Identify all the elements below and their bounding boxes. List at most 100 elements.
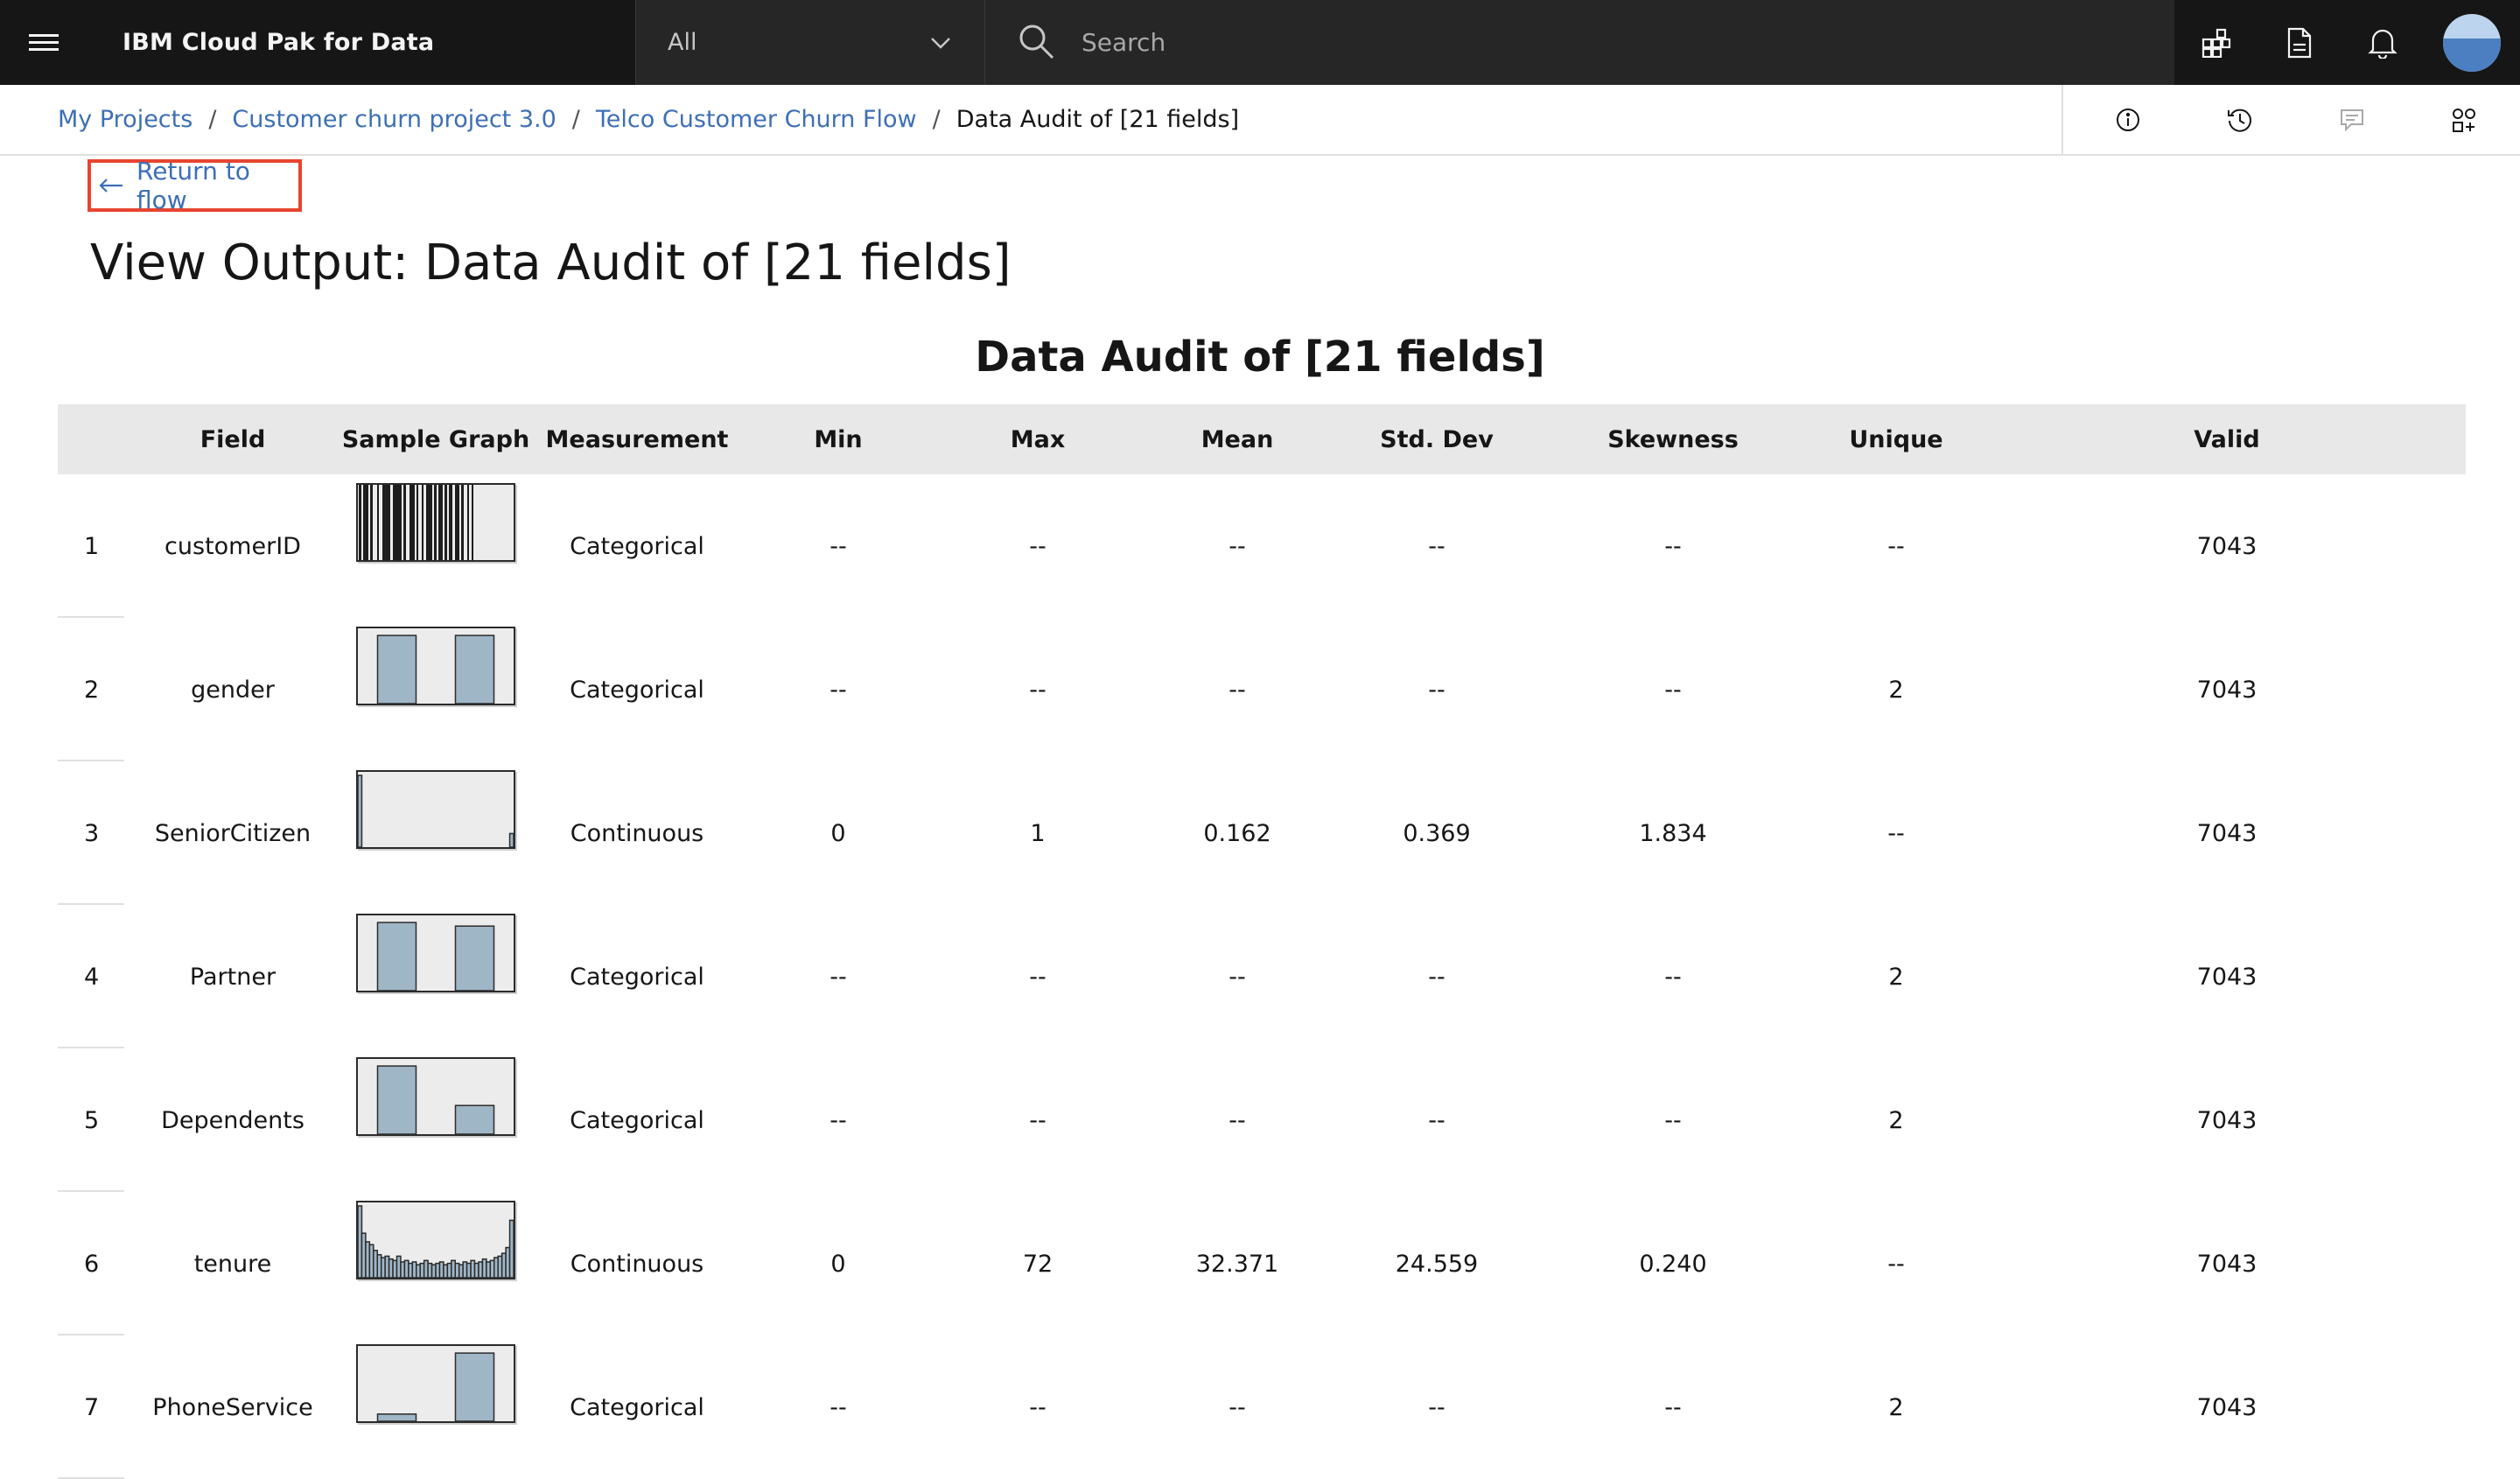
table-header-row: Field Sample Graph Measurement Min Max M…: [58, 404, 2466, 474]
cell-min: --: [830, 676, 847, 704]
cell-unique: --: [1887, 819, 1905, 847]
sample-graph[interactable]: [356, 914, 515, 992]
cell-mean: --: [1228, 1393, 1246, 1421]
column-header-mean[interactable]: Mean: [1143, 404, 1332, 474]
top-navigation-bar: IBM Cloud Pak for Data All Search: [0, 0, 2520, 85]
page-actions: [2062, 85, 2520, 154]
search-icon[interactable]: [1017, 22, 1055, 64]
sample-graph-cell: [341, 618, 530, 761]
cell-std-dev: --: [1428, 963, 1446, 991]
cell-min: --: [830, 1393, 847, 1421]
column-header-min[interactable]: Min: [744, 404, 933, 474]
cell-std-dev: --: [1428, 532, 1446, 560]
column-header-field[interactable]: Field: [124, 404, 341, 474]
product-name[interactable]: IBM Cloud Pak for Data: [88, 0, 635, 85]
return-to-flow-link[interactable]: Return to flow: [88, 157, 302, 214]
document-icon[interactable]: [2258, 0, 2341, 85]
arrow-left-icon: [98, 177, 124, 194]
grid-apps-icon[interactable]: [2174, 0, 2258, 85]
user-avatar-button[interactable]: [2424, 0, 2520, 85]
barcode-stripe: [434, 485, 437, 560]
cell-skewness: --: [1664, 1106, 1682, 1134]
table-body: 1 customerID Categorical -- -- -- -- -- -- 7043 2 g…: [58, 474, 2466, 1479]
cell-unique: 2: [1888, 1393, 1904, 1421]
search-input[interactable]: Search: [1082, 28, 1166, 57]
header-actions: [2174, 0, 2520, 85]
cell-std-dev: 24.559: [1395, 1250, 1479, 1278]
column-header-valid[interactable]: Valid: [1988, 404, 2466, 474]
table-row[interactable]: 6 tenure Continuous 0 72 32.371 24.559 0.240 -- 7…: [58, 1192, 2466, 1335]
breadcrumb-separator: /: [571, 106, 580, 133]
barcode-stripe: [416, 485, 418, 560]
table-row[interactable]: 5 Dependents Categorical -- -- -- -- -- 2 7043: [58, 1048, 2466, 1192]
sample-graph[interactable]: [356, 627, 515, 705]
sample-graph[interactable]: [356, 1344, 515, 1423]
comment-icon[interactable]: [2296, 85, 2408, 154]
cell-skewness: --: [1664, 1393, 1682, 1421]
sample-graph-bin: [508, 832, 514, 847]
table-row[interactable]: 1 customerID Categorical -- -- -- -- -- -- 7043: [58, 474, 2466, 618]
cell-mean: 32.371: [1195, 1250, 1279, 1278]
column-header-unique[interactable]: Unique: [1804, 404, 1988, 474]
scope-select[interactable]: All: [635, 0, 985, 85]
sample-graph-bar: [454, 1352, 495, 1421]
cell-min: --: [830, 963, 847, 991]
sample-graph-bin: [358, 775, 363, 847]
row-index: 6: [58, 1192, 124, 1335]
breadcrumb-separator: /: [208, 106, 217, 133]
row-index: 1: [58, 474, 124, 618]
cell-max: --: [1029, 963, 1046, 991]
notification-bell-icon[interactable]: [2341, 0, 2424, 85]
sample-graph-cell: [341, 1192, 530, 1335]
barcode-stripe: [449, 485, 452, 560]
barcode-stripe: [455, 485, 459, 560]
breadcrumb-separator: /: [932, 106, 941, 133]
table-row[interactable]: 7 PhoneService Categorical -- -- -- -- -- 2 7043: [58, 1335, 2466, 1479]
sample-graph-svg: [376, 634, 495, 704]
cell-max: --: [1029, 1106, 1046, 1134]
sample-graph-bar: [376, 1065, 417, 1134]
sample-graph[interactable]: [356, 770, 515, 849]
column-header-sample-graph[interactable]: Sample Graph: [341, 404, 530, 474]
barcode-stripe: [467, 485, 469, 560]
sample-graph[interactable]: [356, 1201, 515, 1279]
row-index: 3: [58, 761, 124, 905]
barcode-stripe: [410, 485, 415, 560]
cell-unique: --: [1887, 1250, 1905, 1278]
barcode-stripe: [393, 485, 402, 560]
cell-valid: 7043: [2196, 1250, 2258, 1278]
hamburger-menu-icon[interactable]: [0, 0, 88, 85]
information-icon[interactable]: [2072, 85, 2184, 154]
sample-graph-bar: [454, 1104, 495, 1134]
search-bar[interactable]: Search: [985, 0, 2174, 85]
column-header-std-dev[interactable]: Std. Dev: [1332, 404, 1542, 474]
column-header-max[interactable]: Max: [933, 404, 1143, 474]
settings-adjust-icon[interactable]: [2408, 85, 2520, 154]
cell-min: 0: [830, 819, 846, 847]
table-row[interactable]: 2 gender Categorical -- -- -- -- -- 2 7043: [58, 618, 2466, 761]
breadcrumb-my-projects[interactable]: My Projects: [58, 106, 192, 133]
history-icon[interactable]: [2184, 85, 2296, 154]
barcode-stripe: [359, 485, 361, 560]
cell-max: 1: [1030, 819, 1046, 847]
sample-graph[interactable]: [356, 483, 515, 562]
column-header-measurement[interactable]: Measurement: [530, 404, 744, 474]
sample-graph-bin: [508, 1219, 514, 1278]
cell-mean: --: [1228, 963, 1246, 991]
cell-unique: 2: [1888, 1106, 1904, 1134]
cell-measurement: Continuous: [570, 1250, 704, 1278]
column-header-skewness[interactable]: Skewness: [1542, 404, 1804, 474]
sample-graph[interactable]: [356, 1057, 515, 1136]
sample-graph-svg: [376, 1065, 495, 1134]
cell-field: SeniorCitizen: [154, 819, 312, 847]
table-row[interactable]: 4 Partner Categorical -- -- -- -- -- 2 7043: [58, 905, 2466, 1048]
barcode-stripe: [422, 485, 424, 560]
cell-skewness: --: [1664, 963, 1682, 991]
cell-min: --: [830, 1106, 847, 1134]
cell-skewness: 0.240: [1639, 1250, 1707, 1278]
cell-measurement: Continuous: [570, 819, 704, 847]
table-row[interactable]: 3 SeniorCitizen Continuous 0 1 0.162 0.369 1.83…: [58, 761, 2466, 905]
breadcrumb-flow[interactable]: Telco Customer Churn Flow: [596, 106, 917, 133]
breadcrumb-project[interactable]: Customer churn project 3.0: [232, 106, 556, 133]
sample-graph-cell: [341, 1048, 530, 1192]
